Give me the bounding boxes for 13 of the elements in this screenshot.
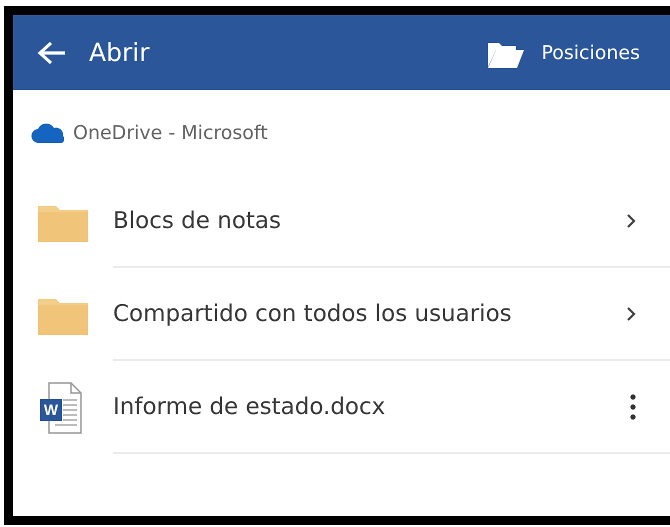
file-name[interactable]: Blocs de notas (113, 208, 626, 234)
file-name[interactable]: Compartido con todos los usuarios (113, 300, 626, 326)
more-options-icon[interactable] (630, 394, 636, 420)
location-label: OneDrive - Microsoft (73, 122, 268, 144)
word-document-icon (40, 382, 82, 434)
word-letter: W (44, 402, 58, 418)
cloud-icon (31, 122, 64, 142)
file-name[interactable]: Informe de estado.docx (113, 394, 630, 420)
chevron-right-icon[interactable] (626, 306, 636, 322)
back-arrow-icon[interactable] (37, 40, 67, 66)
chevron-right-icon[interactable] (626, 212, 636, 228)
page-title: Abrir (89, 38, 150, 67)
places-link[interactable]: Posiciones (541, 42, 640, 64)
